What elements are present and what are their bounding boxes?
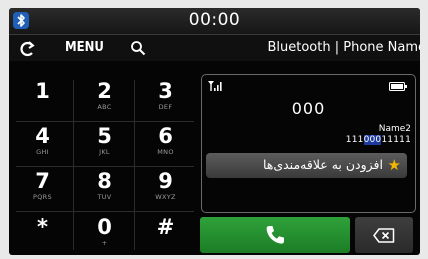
battery-icon: [389, 82, 407, 91]
back-arrow-icon[interactable]: [18, 41, 36, 57]
dialed-number: 000: [291, 99, 326, 118]
key-letters: PQRS: [33, 193, 52, 201]
contact-number: 11100011111: [346, 135, 411, 145]
signal-strength-icon: [208, 81, 222, 91]
key-5[interactable]: 5 JKL: [77, 124, 132, 164]
clock: 00:00: [188, 10, 241, 30]
key-2[interactable]: 2 ABC: [77, 79, 132, 119]
key-digit: 4: [35, 124, 50, 148]
dial-keypad: 1 2 ABC 3 DEF 4 GHI 5 JKL 6 MNO 7 PQRS 8 TUV 9W…: [12, 76, 197, 253]
divider: [73, 80, 74, 250]
phone-handset-icon: [266, 226, 284, 244]
key-letters: GHI: [36, 148, 49, 156]
divider: [16, 121, 194, 122]
nav-bar: MENU Bluetooth | Phone Name: [9, 35, 420, 61]
key-0[interactable]: 0 +: [77, 215, 132, 255]
key-letters: MNO: [157, 148, 174, 156]
key-digit: 8: [97, 169, 112, 193]
backspace-button[interactable]: [355, 217, 413, 253]
key-digit: 7: [35, 169, 50, 193]
key-1[interactable]: 1: [15, 79, 70, 119]
number-match-highlight: 000: [363, 135, 382, 145]
key-8[interactable]: 8 TUV: [77, 169, 132, 209]
key-9[interactable]: 9 WXYZ: [138, 169, 193, 209]
key-digit: #: [156, 215, 175, 239]
key-digit: *: [37, 215, 48, 239]
key-letters: TUV: [97, 193, 112, 201]
page-title: Bluetooth | Phone Name: [267, 40, 420, 55]
key-letters: WXYZ: [155, 193, 176, 201]
key-hash[interactable]: #: [138, 215, 193, 255]
key-7[interactable]: 7 PQRS: [15, 169, 70, 209]
call-button[interactable]: [200, 217, 350, 253]
key-4[interactable]: 4 GHI: [15, 124, 70, 164]
key-digit: 0: [97, 215, 112, 239]
backspace-icon: [373, 228, 395, 243]
key-letters: ABC: [97, 103, 112, 111]
number-suffix: 11111: [381, 135, 411, 145]
key-digit: 3: [158, 79, 173, 103]
key-3[interactable]: 3 DEF: [138, 79, 193, 119]
add-to-favorites-button[interactable]: ★ افزودن به علاقه‌مندی‌ها: [206, 153, 407, 178]
key-digit: 1: [35, 79, 50, 103]
key-6[interactable]: 6 MNO: [138, 124, 193, 164]
divider: [134, 80, 135, 250]
divider: [16, 211, 194, 212]
phone-dialer-screen: 00:00 MENU Bluetooth | Phone Name 1 2 ABC…: [9, 8, 420, 255]
key-letters: JKL: [99, 148, 110, 156]
favorite-label: افزودن به علاقه‌مندی‌ها: [262, 157, 383, 172]
contact-name: Name2: [378, 124, 411, 134]
key-digit: 5: [97, 124, 112, 148]
menu-button[interactable]: MENU: [65, 40, 104, 55]
key-digit: 9: [158, 169, 173, 193]
search-icon[interactable]: [130, 40, 146, 56]
number-prefix: 111: [345, 135, 364, 145]
key-digit: 2: [97, 79, 112, 103]
key-digit: 6: [158, 124, 173, 148]
status-bar: 00:00: [9, 8, 420, 35]
key-letters: DEF: [158, 103, 173, 111]
dial-info-panel: 000 Name2 11100011111 ★ افزودن به علاقه‌…: [201, 74, 416, 213]
star-icon: ★: [387, 156, 401, 174]
key-letters: +: [101, 239, 108, 247]
divider: [16, 166, 194, 167]
key-star[interactable]: *: [15, 215, 70, 255]
